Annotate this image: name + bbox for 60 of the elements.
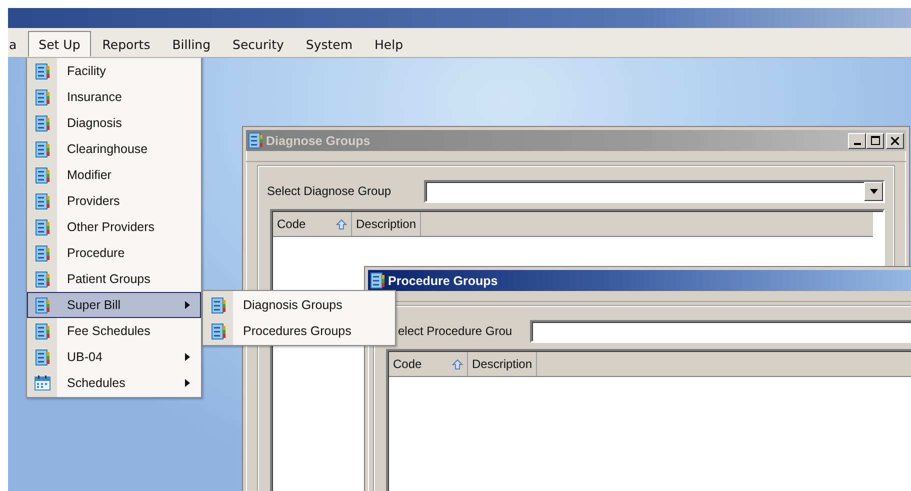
menu-item[interactable]: Billing [161, 31, 222, 57]
document-icon [35, 218, 50, 236]
close-button[interactable] [886, 132, 904, 148]
menu-item[interactable]: Super Bill [27, 292, 201, 318]
document-icon [211, 322, 226, 340]
menu-item[interactable]: Insurance [27, 84, 201, 110]
calendar-icon [34, 375, 51, 391]
column-header[interactable]: Description [352, 212, 422, 236]
document-icon [35, 270, 50, 288]
menu-item[interactable]: Schedules [27, 370, 201, 396]
column-header[interactable]: Code [273, 212, 352, 236]
document-icon [35, 166, 50, 184]
document-icon [35, 140, 50, 158]
document-icon [35, 114, 50, 132]
menu-item[interactable]: Providers [27, 188, 201, 214]
document-icon [35, 348, 50, 366]
column-header[interactable]: Description [468, 352, 538, 376]
menu-item[interactable]: Security [222, 31, 295, 57]
menu-item[interactable]: a [8, 31, 28, 57]
document-icon [35, 88, 50, 106]
caret-icon [870, 188, 878, 194]
document-icon [370, 272, 385, 289]
minimize-icon [854, 142, 860, 144]
sort-arrow-icon [452, 358, 463, 370]
document-icon [35, 244, 50, 262]
column-header[interactable]: Code [389, 352, 468, 376]
menu-item[interactable]: Fee Schedules [27, 318, 201, 344]
window-title: Procedure Groups [388, 274, 499, 288]
document-icon [35, 192, 50, 210]
minimize-button[interactable] [848, 132, 866, 148]
window-title-bar[interactable]: Procedure Groups [368, 270, 911, 291]
menu-item[interactable]: Other Providers [27, 214, 201, 240]
menu-item[interactable]: Reports [91, 31, 162, 57]
menu-item[interactable]: Diagnosis Groups [203, 292, 395, 318]
menu-item[interactable]: Procedure [27, 240, 201, 266]
sort-arrow-icon [336, 218, 347, 230]
menu-item[interactable]: Clearinghouse [27, 136, 201, 162]
menu-item[interactable]: Diagnosis [27, 110, 201, 136]
menu-item[interactable]: Set Up [28, 31, 92, 57]
maximize-icon [870, 136, 880, 145]
menu-item[interactable]: Procedures Groups [203, 318, 395, 344]
menu-item[interactable]: UB-04 [27, 344, 201, 370]
combo-box[interactable] [530, 320, 911, 342]
close-icon [891, 136, 899, 144]
dropdown-button[interactable] [864, 182, 883, 200]
menu-item[interactable]: System [294, 31, 364, 57]
combo-box[interactable] [424, 180, 885, 202]
menu-item[interactable]: Modifier [27, 162, 201, 188]
menu-item[interactable]: Help [364, 31, 414, 57]
menu-item[interactable]: Patient Groups [27, 266, 201, 292]
window-title: Diagnose Groups [266, 134, 372, 148]
maximize-button[interactable] [866, 132, 884, 148]
field-label: elect Procedure Grou [398, 324, 514, 338]
document-icon [248, 132, 263, 149]
document-icon [35, 62, 50, 80]
document-icon [35, 322, 50, 340]
document-icon [35, 296, 50, 314]
document-icon [211, 296, 226, 314]
menu-item[interactable]: Facility [27, 58, 201, 84]
field-label: Select Diagnose Group [267, 184, 392, 198]
